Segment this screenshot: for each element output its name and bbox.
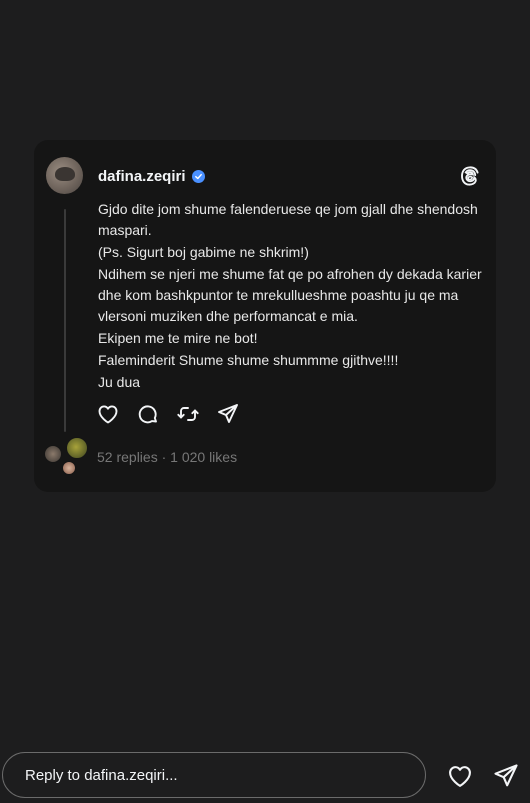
author-username-row[interactable]: dafina.zeqiri bbox=[98, 168, 205, 185]
post-actions bbox=[96, 402, 240, 426]
author-username[interactable]: dafina.zeqiri bbox=[98, 168, 186, 185]
post-line: Ndihem se njeri me shume fat qe po afroh… bbox=[98, 266, 482, 324]
reply-input[interactable]: Reply to dafina.zeqiri... bbox=[2, 752, 426, 798]
post-line: Ju dua bbox=[98, 374, 141, 390]
threads-logo-icon[interactable] bbox=[458, 164, 482, 188]
replier-avatar bbox=[44, 445, 62, 463]
repost-icon[interactable] bbox=[176, 402, 200, 426]
post-line: Gjdo dite jom shume falenderuese qe jom … bbox=[98, 201, 478, 238]
reply-like-icon[interactable] bbox=[446, 762, 474, 790]
verified-badge-icon bbox=[191, 170, 205, 183]
replier-avatars[interactable] bbox=[42, 437, 92, 477]
like-icon[interactable] bbox=[96, 402, 120, 426]
thread-line bbox=[64, 209, 66, 432]
reply-share-icon[interactable] bbox=[492, 762, 520, 790]
author-avatar[interactable] bbox=[46, 157, 83, 194]
post-stats[interactable]: 52 replies · 1 020 likes bbox=[97, 449, 237, 465]
share-icon[interactable] bbox=[216, 402, 240, 426]
reply-placeholder: Reply to dafina.zeqiri... bbox=[25, 766, 178, 784]
post-line: (Ps. Sigurt boj gabime ne shkrim!) bbox=[98, 244, 309, 260]
post-line: Faleminderit Shume shume shummme gjithve… bbox=[98, 352, 399, 368]
replier-avatar bbox=[66, 437, 88, 459]
post-line: Ekipen me te mire ne bot! bbox=[98, 330, 258, 346]
post-body: Gjdo dite jom shume falenderuese qe jom … bbox=[98, 199, 483, 394]
comment-icon[interactable] bbox=[136, 402, 160, 426]
post-card: dafina.zeqiri Gjdo dite jom shume falend… bbox=[34, 140, 496, 492]
replier-avatar bbox=[62, 461, 76, 475]
